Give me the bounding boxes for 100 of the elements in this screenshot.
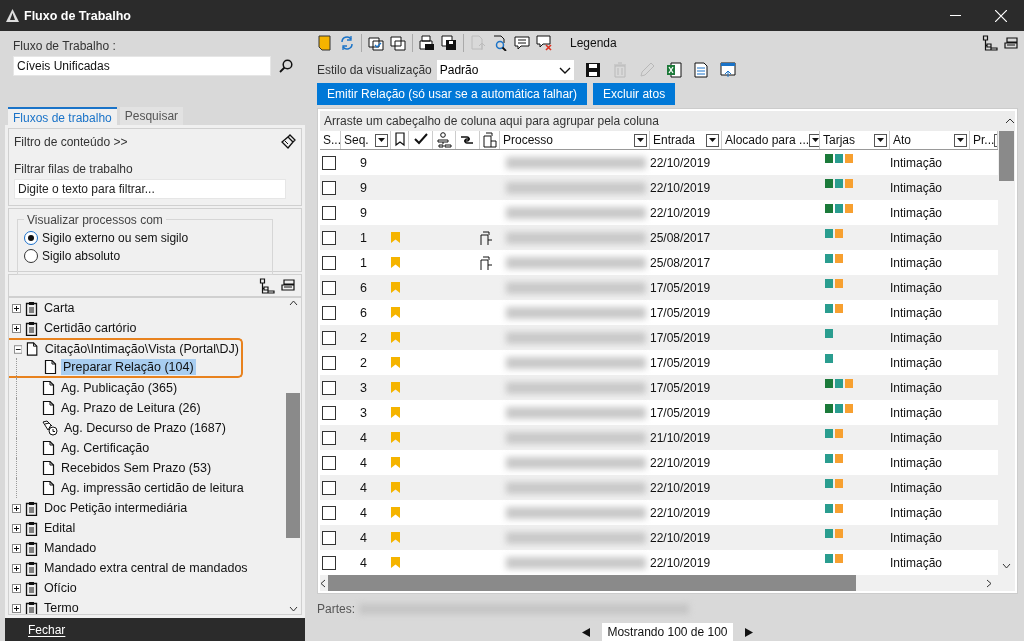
- scroll-left-icon[interactable]: [320, 578, 326, 588]
- expand-icon[interactable]: [12, 603, 21, 613]
- toolbar-button[interactable]: [492, 35, 508, 51]
- expand-icon[interactable]: [12, 523, 21, 533]
- tree-item[interactable]: Mandado: [42, 540, 99, 556]
- horizontal-scrollbar[interactable]: [320, 575, 998, 591]
- expand-icon[interactable]: [12, 583, 21, 593]
- table-cell: Intimação: [890, 255, 943, 270]
- previous-icon[interactable]: [582, 627, 591, 637]
- filter-field[interactable]: Digite o texto para filtrar...: [14, 179, 286, 199]
- tree-item[interactable]: Ag. Publicação (365): [59, 380, 180, 396]
- row-checkbox[interactable]: [322, 405, 336, 420]
- tree-item[interactable]: Edital: [42, 520, 78, 536]
- document-icon: [42, 460, 55, 476]
- action-button[interactable]: Emitir Relação (só usar se a automática falhar): [317, 83, 588, 105]
- filter-button[interactable]: [809, 133, 819, 147]
- tree-item[interactable]: Preparar Relação (104): [61, 359, 196, 375]
- toolbar-button[interactable]: [514, 35, 530, 51]
- column-header[interactable]: Seq.: [341, 131, 391, 149]
- tree-item[interactable]: Ofício: [42, 580, 79, 596]
- column-header[interactable]: Entrada: [650, 131, 722, 149]
- scroll-thumb[interactable]: [999, 131, 1014, 181]
- table-cell: 22/10/2019: [650, 180, 711, 195]
- row-checkbox[interactable]: [322, 280, 336, 295]
- action-button[interactable]: Excluir atos: [593, 83, 676, 105]
- filter-button[interactable]: [706, 133, 719, 147]
- expand-icon[interactable]: [12, 503, 21, 513]
- tab[interactable]: Pesquisar: [119, 107, 184, 125]
- toolbar-button[interactable]: [390, 35, 406, 51]
- scroll-up-icon[interactable]: [288, 300, 298, 306]
- tree-item[interactable]: Ag. impressão certidão de leitura: [59, 480, 246, 496]
- toolbar-button[interactable]: [419, 35, 435, 51]
- vertical-scrollbar[interactable]: [998, 131, 1015, 591]
- tab[interactable]: Fluxos de trabalho: [8, 107, 117, 125]
- filter-button[interactable]: [375, 133, 388, 147]
- collapse-icon[interactable]: [14, 344, 23, 354]
- row-checkbox[interactable]: [322, 505, 336, 520]
- table-cell: Intimação: [890, 455, 943, 470]
- filter-button[interactable]: [634, 133, 647, 147]
- legend-link[interactable]: Legenda: [570, 36, 617, 50]
- row-checkbox[interactable]: [322, 555, 336, 570]
- tree-item[interactable]: Ag. Prazo de Leitura (26): [59, 400, 203, 416]
- row-checkbox[interactable]: [322, 455, 336, 470]
- filter-toggle-link[interactable]: Filtro de conteúdo >>: [14, 135, 128, 149]
- tree-item[interactable]: Termo: [42, 600, 81, 614]
- row-checkbox[interactable]: [322, 355, 336, 370]
- tree-view-icon[interactable]: [982, 35, 998, 51]
- search-button[interactable]: [279, 59, 293, 73]
- row-checkbox[interactable]: [322, 255, 336, 270]
- scroll-thumb[interactable]: [328, 575, 856, 591]
- scroll-down-icon[interactable]: [288, 606, 298, 612]
- toolbar-button[interactable]: [692, 62, 709, 78]
- close-link[interactable]: Fechar: [28, 622, 66, 637]
- row-checkbox[interactable]: [322, 180, 336, 195]
- filter-button[interactable]: [874, 133, 887, 147]
- column-header[interactable]: Alocado para ...: [722, 131, 820, 149]
- document-icon: [42, 480, 55, 496]
- scroll-right-icon[interactable]: [986, 578, 992, 588]
- column-header[interactable]: Ato: [890, 131, 970, 149]
- scroll-thumb[interactable]: [286, 393, 300, 538]
- row-checkbox[interactable]: [322, 305, 336, 320]
- tree-item[interactable]: Ag. Decurso de Prazo (1687): [62, 420, 228, 436]
- list-view-icon[interactable]: [281, 278, 295, 292]
- row-checkbox[interactable]: [322, 530, 336, 545]
- row-checkbox[interactable]: [322, 430, 336, 445]
- row-checkbox[interactable]: [322, 155, 336, 170]
- expand-icon[interactable]: [12, 563, 21, 573]
- radio-option[interactable]: Sigilo absoluto: [24, 249, 121, 263]
- row-checkbox[interactable]: [322, 330, 336, 345]
- toolbar-button[interactable]: [584, 62, 601, 78]
- expand-icon[interactable]: [12, 303, 21, 313]
- tree-item[interactable]: Doc Petição intermediária: [42, 500, 190, 516]
- tree-item[interactable]: Carta: [42, 300, 77, 316]
- expand-icon[interactable]: [12, 323, 21, 333]
- row-checkbox[interactable]: [322, 380, 336, 395]
- style-dropdown[interactable]: Padrão: [436, 60, 574, 80]
- toolbar-button[interactable]: [536, 35, 552, 51]
- tree-item[interactable]: Certidão cartório: [42, 320, 139, 336]
- radio-option[interactable]: Sigilo externo ou sem sigilo: [24, 231, 189, 245]
- table-cell: 22/10/2019: [650, 555, 711, 570]
- row-checkbox[interactable]: [322, 205, 336, 220]
- column-header[interactable]: Processo: [500, 131, 650, 149]
- next-icon[interactable]: [744, 627, 753, 637]
- scroll-down-icon[interactable]: [1002, 563, 1011, 569]
- scrollbar[interactable]: [285, 298, 301, 614]
- column-header[interactable]: Tarjas: [820, 131, 890, 149]
- tree-item[interactable]: Ag. Certificação: [59, 440, 152, 456]
- column-header[interactable]: S...: [320, 131, 341, 149]
- row-checkbox[interactable]: [322, 230, 336, 245]
- row-checkbox[interactable]: [322, 480, 336, 495]
- list-view-icon[interactable]: [1004, 36, 1018, 50]
- tree-view-icon[interactable]: [259, 278, 275, 294]
- collapse-icon[interactable]: [1005, 118, 1015, 124]
- workflow-field[interactable]: Cíveis Unificadas: [13, 56, 271, 76]
- filter-button[interactable]: [954, 133, 967, 147]
- toolbar-button[interactable]: [441, 35, 457, 51]
- tree-item[interactable]: Recebidos Sem Prazo (53): [59, 460, 214, 476]
- expand-icon[interactable]: [12, 543, 21, 553]
- toolbar-button[interactable]: [368, 35, 384, 51]
- tree-item[interactable]: Mandado extra central de mandados: [42, 560, 250, 576]
